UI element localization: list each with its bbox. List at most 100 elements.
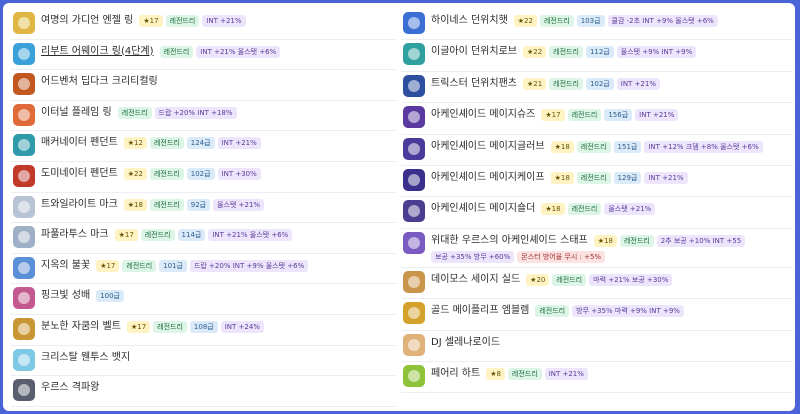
potential-grade-badge: 레전드리 xyxy=(535,305,570,318)
potential-grade-badge: 레전드리 xyxy=(165,15,200,27)
left-equipment-list: 여명의 가디언 엔젤 링 ★17 레전드리 INT +21% 리부트 어웨이크 링(4단… xyxy=(11,9,397,407)
ring-icon xyxy=(13,42,35,65)
equipment-item[interactable]: 아케인셰이드 메이지글러브 ★18 레전드리 151급 INT +12% 크뎀 +8% … xyxy=(401,135,793,166)
item-name: 페어리 하트 xyxy=(431,367,481,379)
pendant-icon xyxy=(13,134,35,157)
starforce-badge: ★18 xyxy=(550,171,574,184)
level-badge: 101급 xyxy=(159,259,187,272)
potential-grade-badge: 레전드리 xyxy=(140,229,175,242)
item-name[interactable]: 리부트 어웨이크 링(4단계) xyxy=(41,45,154,59)
option-badge: 마력 +21% 보공 +30% xyxy=(589,273,673,286)
item-name: 트릭스터 던위치팬츠 xyxy=(431,77,517,89)
option-badge: 올스탯 +21% xyxy=(213,198,265,211)
starforce-badge: ★18 xyxy=(593,234,617,247)
starforce-badge: ★17 xyxy=(126,320,151,333)
glove-icon xyxy=(403,137,425,160)
ring-icon xyxy=(13,73,35,96)
starforce-badge: ★22 xyxy=(123,167,147,180)
option-badge: 쿨감 -2초 INT +9% 올스탯 +6% xyxy=(607,15,718,27)
medal-icon xyxy=(13,379,35,402)
potential-grade-badge: 레전드리 xyxy=(122,259,157,272)
pocket-item-icon xyxy=(13,287,35,310)
level-badge: 151급 xyxy=(613,140,642,153)
equipment-item[interactable]: 어드벤처 딥다크 크리티컬링 xyxy=(11,70,397,101)
shield-icon xyxy=(403,270,425,293)
option-badge: 올스탯 +9% INT +9% xyxy=(616,46,697,59)
potential-grade-badge: 레전드리 xyxy=(149,167,184,180)
level-badge: 129급 xyxy=(613,171,642,184)
option-badge: 2추 보공 +10% INT +55 xyxy=(656,234,746,247)
starforce-badge: ★21 xyxy=(522,77,547,90)
starforce-badge: ★20 xyxy=(526,273,550,286)
badge-icon xyxy=(13,348,35,371)
equipment-item[interactable]: 하이네스 던위치햇 ★22 레전드리 103급 쿨감 -2초 INT +9% 올스탯 +… xyxy=(401,9,793,41)
item-name: 여명의 가디언 엔젤 링 xyxy=(41,15,134,26)
option-badge: INT +12% 크뎀 +8% 올스탯 +6% xyxy=(644,140,763,153)
equipment-item[interactable]: 아케인셰이드 메이지케이프 ★18 레전드리 129급 INT +21% xyxy=(401,166,793,198)
equipment-item[interactable]: 골드 메이플리프 엠블렘 레전드리 방무 +35% 마력 +9% INT +9% xyxy=(401,299,793,331)
potential-grade-badge: 레전드리 xyxy=(567,203,602,216)
equipment-item[interactable]: 트와일라이트 마크 ★18 레전드리 92급 올스탯 +21% xyxy=(11,193,397,224)
item-name: 어드벤처 딥다크 크리티컬링 xyxy=(41,76,158,88)
level-badge: 103급 xyxy=(576,15,605,27)
staff-icon xyxy=(403,231,425,254)
option-badge: 올스탯 +21% xyxy=(604,203,656,216)
equipment-item[interactable]: 크리스탈 웬투스 뱃지 xyxy=(11,346,397,377)
equipment-item[interactable]: 분노한 자쿰의 벨트 ★17 레전드리 108급 INT +24% xyxy=(11,315,397,346)
equipment-item[interactable]: 도미네이터 펜던트 ★22 레전드리 102급 INT +30% xyxy=(11,162,397,193)
level-badge: 102급 xyxy=(186,167,215,180)
potential-grade-badge: 레전드리 xyxy=(549,46,583,59)
pants-icon xyxy=(403,74,425,97)
equipment-item[interactable]: 페어리 하트 ★8 레전드리 INT +21% xyxy=(401,362,793,394)
equipment-item[interactable]: DJ 셀레나로이드 xyxy=(401,331,793,362)
level-badge: 108급 xyxy=(189,320,218,333)
item-name: 아케인셰이드 메이지글러브 xyxy=(431,140,545,152)
equipment-item[interactable]: 데이모스 세이지 실드 ★20 레전드리 마력 +21% 보공 +30% xyxy=(401,268,793,300)
starforce-badge: ★18 xyxy=(541,203,565,216)
level-badge: 100급 xyxy=(96,290,124,303)
option-badge: INT +21% xyxy=(544,367,588,380)
equipment-item[interactable]: 매커네이터 펜던트 ★12 레전드리 124급 INT +21% xyxy=(11,131,397,162)
item-name: 지옥의 불꽃 xyxy=(41,259,91,271)
potential-grade-badge: 레전드리 xyxy=(117,106,152,119)
earring-icon xyxy=(13,256,35,279)
starforce-badge: ★22 xyxy=(513,15,537,27)
shoulder-icon xyxy=(403,200,425,223)
ring-icon xyxy=(13,103,35,126)
heart-icon xyxy=(403,364,425,387)
item-name: 아케인셰이드 메이지케이프 xyxy=(431,171,545,183)
item-name: 데이모스 세이지 실드 xyxy=(431,273,521,285)
belt-icon xyxy=(13,317,35,340)
equipment-item[interactable]: 핑크빛 성배 100급 xyxy=(11,284,397,315)
equipment-item[interactable]: 아케인셰이드 메이지슈즈 ★17 레전드리 156급 INT +21% xyxy=(401,103,793,135)
option-badge: 드랍 +20% INT +18% xyxy=(154,106,237,119)
equipment-item[interactable]: 우르스 격파왕 xyxy=(11,376,397,407)
equipment-item[interactable]: 이글아이 던위치로브 ★22 레전드리 112급 올스탯 +9% INT +9% xyxy=(401,40,793,72)
starforce-badge: ★18 xyxy=(550,140,574,153)
option-badge: INT +21% 올스탯 +6% xyxy=(208,229,293,242)
item-name: 골드 메이플리프 엠블렘 xyxy=(431,305,530,317)
option-badge: INT +21% 올스탯 +6% xyxy=(196,45,281,58)
equipment-item[interactable]: 여명의 가디언 엔젤 링 ★17 레전드리 INT +21% xyxy=(11,9,397,40)
option-badge: INT +24% xyxy=(220,320,264,333)
option-badge: 드랍 +20% INT +9% 올스탯 +6% xyxy=(189,259,309,272)
equipment-item[interactable]: 위대한 우르스의 아케인셰이드 스태프 ★18 레전드리 2추 보공 +10% INT… xyxy=(401,229,793,268)
equipment-item[interactable]: 파풀라투스 마크 ★17 레전드리 114급 INT +21% 올스탯 +6% xyxy=(11,223,397,254)
starforce-badge: ★17 xyxy=(114,229,138,242)
equipment-item[interactable]: 리부트 어웨이크 링(4단계) 레전드리 INT +21% 올스탯 +6% xyxy=(11,40,397,71)
android-icon xyxy=(403,333,425,356)
starforce-badge: ★22 xyxy=(522,46,547,59)
equipment-item[interactable]: 지옥의 불꽃 ★17 레전드리 101급 드랍 +20% INT +9% 올스탯 +6% xyxy=(11,254,397,285)
starforce-badge: ★17 xyxy=(139,15,163,27)
eye-accessory-icon xyxy=(13,226,35,249)
equipment-item[interactable]: 이터널 플레임 링 레전드리 드랍 +20% INT +18% xyxy=(11,101,397,132)
item-name: 핑크빛 성배 xyxy=(41,290,91,302)
shoes-icon xyxy=(403,106,425,129)
option-badge: INT +21% xyxy=(635,109,679,122)
item-name: 아케인셰이드 메이지슈즈 xyxy=(431,109,536,121)
level-badge: 92급 xyxy=(186,198,211,211)
option-badge: INT +21% xyxy=(217,137,261,150)
potential-grade-badge: 레전드리 xyxy=(567,109,602,122)
equipment-item[interactable]: 아케인셰이드 메이지숄더 ★18 레전드리 올스탯 +21% xyxy=(401,197,793,229)
equipment-item[interactable]: 트릭스터 던위치팬츠 ★21 레전드리 102급 INT +21% xyxy=(401,72,793,104)
